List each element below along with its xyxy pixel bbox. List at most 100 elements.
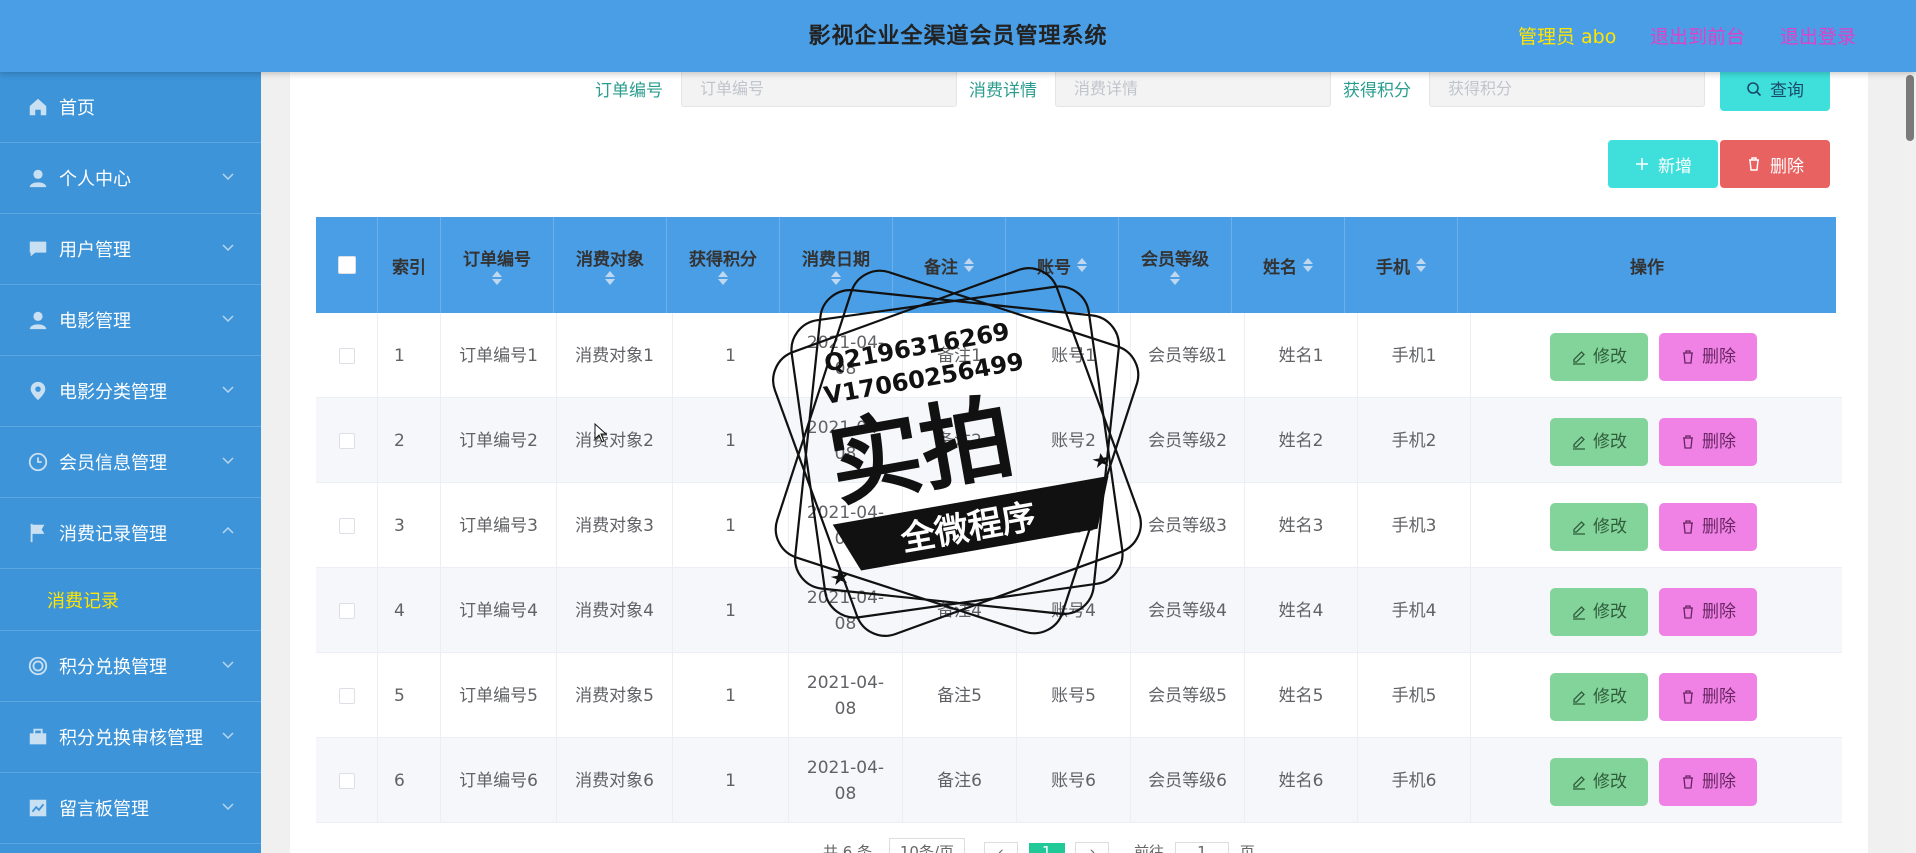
cell-date-text: 2021-04-08 bbox=[806, 757, 885, 804]
sort-icon[interactable] bbox=[718, 270, 728, 286]
add-button-label: 新增 bbox=[1658, 156, 1692, 177]
vertical-scrollbar[interactable] bbox=[1904, 72, 1916, 853]
column-header-points[interactable]: 获得积分 bbox=[667, 217, 780, 313]
cell-note: 备注2 bbox=[903, 398, 1017, 483]
row-checkbox[interactable] bbox=[338, 687, 355, 704]
points-earned-input[interactable]: 获得积分 bbox=[1429, 67, 1705, 107]
cell-note: 备注4 bbox=[903, 568, 1017, 653]
cell-date-text: 2021-04-08 bbox=[806, 332, 885, 379]
column-header-date[interactable]: 消费日期 bbox=[780, 217, 893, 313]
cell-account: 账号3 bbox=[1017, 483, 1131, 568]
column-header-account[interactable]: 账号 bbox=[1006, 217, 1119, 313]
column-header-note[interactable]: 备注 bbox=[893, 217, 1006, 313]
cell-points: 1 bbox=[673, 313, 789, 398]
select-all-checkbox[interactable] bbox=[337, 256, 356, 274]
sidebar-item-points-review[interactable]: 积分兑换审核管理 bbox=[0, 702, 261, 773]
sidebar-item-user-management[interactable]: 用户管理 bbox=[0, 214, 261, 285]
page-number-current[interactable]: 1 bbox=[1028, 843, 1065, 853]
sidebar-item-home[interactable]: 首页 bbox=[0, 72, 261, 143]
table-row: 5 订单编号5 消费对象5 1 2021-04-08 备注5 账号5 会员等级5 姓名5 手机5 修… bbox=[316, 653, 1842, 738]
sort-icon[interactable] bbox=[964, 257, 974, 273]
row-select-cell bbox=[316, 398, 378, 483]
cell-target: 消费对象1 bbox=[557, 313, 673, 398]
cell-level: 会员等级3 bbox=[1131, 483, 1245, 568]
sidebar-item-message-board[interactable]: 留言板管理 bbox=[0, 773, 261, 844]
order-number-input[interactable]: 订单编号 bbox=[681, 67, 957, 107]
edit-icon bbox=[1573, 691, 1585, 705]
edit-button[interactable]: 修改 bbox=[1550, 333, 1648, 381]
sort-icon[interactable] bbox=[1170, 270, 1180, 286]
sort-icon[interactable] bbox=[1077, 257, 1087, 273]
column-header-consumption-target[interactable]: 消费对象 bbox=[554, 217, 667, 313]
cell-name: 姓名3 bbox=[1245, 483, 1358, 568]
goto-page-input[interactable]: 1 bbox=[1174, 842, 1229, 853]
cell-order: 订单编号3 bbox=[441, 483, 557, 568]
sidebar-item-consumption-records[interactable]: 消费记录管理 bbox=[0, 498, 261, 569]
delete-button[interactable]: 删除 bbox=[1659, 333, 1757, 381]
sidebar-item-member-info[interactable]: 会员信息管理 bbox=[0, 427, 261, 498]
sort-icon[interactable] bbox=[831, 270, 841, 286]
page-size-select[interactable]: 10条/页 bbox=[888, 838, 966, 853]
flag-icon bbox=[27, 522, 49, 544]
cell-account: 账号2 bbox=[1017, 398, 1131, 483]
edit-button[interactable]: 修改 bbox=[1550, 588, 1648, 636]
sidebar-item-label: 积分兑换管理 bbox=[59, 657, 167, 678]
scrollbar-thumb[interactable] bbox=[1906, 75, 1914, 141]
sidebar-item-movie-category[interactable]: 电影分类管理 bbox=[0, 356, 261, 427]
batch-delete-button[interactable]: 删除 bbox=[1720, 140, 1830, 188]
clock-icon bbox=[27, 451, 49, 473]
trash-icon bbox=[1683, 435, 1693, 449]
row-actions-cell: 修改 删除 bbox=[1471, 483, 1842, 568]
sidebar-item-points-exchange[interactable]: 积分兑换管理 bbox=[0, 631, 261, 702]
logout-link[interactable]: 退出登录 bbox=[1780, 22, 1856, 49]
prev-page-button[interactable]: ‹ bbox=[983, 842, 1018, 853]
next-page-button[interactable]: › bbox=[1075, 842, 1110, 853]
row-checkbox[interactable] bbox=[338, 432, 355, 449]
sidebar-item-label: 留言板管理 bbox=[59, 799, 149, 820]
sidebar-item-personal-center[interactable]: 个人中心 bbox=[0, 143, 261, 214]
table-header: 索引 订单编号 消费对象 获得积分 消费日期 备注 账号 会员等级 姓名 手机 … bbox=[316, 217, 1836, 313]
query-button[interactable]: 查询 bbox=[1720, 66, 1830, 111]
sort-icon[interactable] bbox=[1416, 257, 1426, 273]
sidebar-item-label: 消费记录管理 bbox=[59, 524, 167, 545]
edit-button[interactable]: 修改 bbox=[1550, 418, 1648, 466]
add-button[interactable]: 新增 bbox=[1608, 140, 1718, 188]
delete-button[interactable]: 删除 bbox=[1659, 673, 1757, 721]
cell-order: 订单编号5 bbox=[441, 653, 557, 738]
sort-icon[interactable] bbox=[492, 270, 502, 286]
cell-date: 2021-04-08 bbox=[789, 398, 903, 483]
column-header-order-number[interactable]: 订单编号 bbox=[441, 217, 554, 313]
row-checkbox[interactable] bbox=[338, 772, 355, 789]
row-actions-cell: 修改 删除 bbox=[1471, 313, 1842, 398]
column-header-index: 索引 bbox=[378, 217, 441, 313]
points-earned-label: 获得积分 bbox=[1343, 81, 1411, 101]
sidebar-item-movie-management[interactable]: 电影管理 bbox=[0, 285, 261, 356]
sort-icon[interactable] bbox=[1303, 257, 1313, 273]
column-header-name[interactable]: 姓名 bbox=[1232, 217, 1345, 313]
cell-level: 会员等级6 bbox=[1131, 738, 1245, 823]
goto-suffix: 页 bbox=[1239, 843, 1255, 853]
exit-to-frontend-link[interactable]: 退出到前台 bbox=[1650, 22, 1745, 49]
column-header-phone[interactable]: 手机 bbox=[1345, 217, 1458, 313]
row-checkbox[interactable] bbox=[338, 347, 355, 364]
cell-order: 订单编号1 bbox=[441, 313, 557, 398]
delete-button[interactable]: 删除 bbox=[1659, 418, 1757, 466]
delete-button[interactable]: 删除 bbox=[1659, 503, 1757, 551]
delete-button[interactable]: 删除 bbox=[1659, 588, 1757, 636]
cell-phone: 手机6 bbox=[1358, 738, 1471, 823]
column-header-member-level[interactable]: 会员等级 bbox=[1119, 217, 1232, 313]
row-select-cell bbox=[316, 313, 378, 398]
edit-button[interactable]: 修改 bbox=[1550, 673, 1648, 721]
edit-icon bbox=[1573, 606, 1585, 620]
delete-button[interactable]: 删除 bbox=[1659, 758, 1757, 806]
cell-index: 5 bbox=[378, 653, 441, 738]
edit-button-label: 修改 bbox=[1593, 347, 1627, 367]
sidebar-subitem-consumption-record[interactable]: 消费记录 bbox=[0, 569, 261, 631]
row-checkbox[interactable] bbox=[338, 517, 355, 534]
row-checkbox[interactable] bbox=[338, 602, 355, 619]
edit-button[interactable]: 修改 bbox=[1550, 758, 1648, 806]
consumption-detail-input[interactable]: 消费详情 bbox=[1055, 67, 1331, 107]
briefcase-icon bbox=[27, 726, 49, 748]
edit-button[interactable]: 修改 bbox=[1550, 503, 1648, 551]
sort-icon[interactable] bbox=[605, 270, 615, 286]
